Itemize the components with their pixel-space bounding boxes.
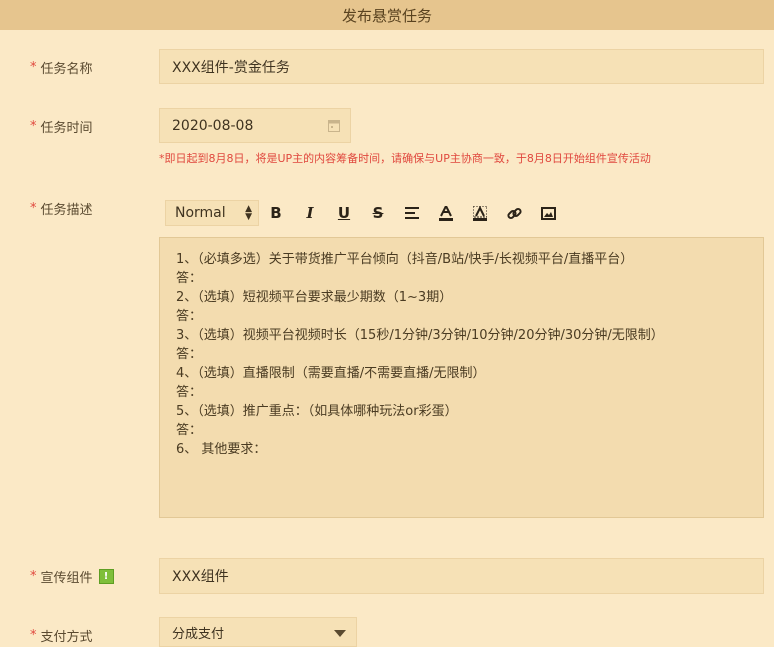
payment-label: * 支付方式 (30, 628, 93, 645)
editor-line: 6、 其他要求： (176, 442, 267, 457)
link-icon[interactable] (497, 200, 531, 226)
required-mark: * (30, 569, 37, 584)
task-time-hint: *即日起到8月8日，将是UP主的内容筹备时间，请确保与UP主协商一致，于8月8日… (159, 152, 651, 165)
editor-line: 1、（必填多选）关于带货推广平台倾向（抖音/B站/快手/长视频平台/直播平台） (176, 252, 634, 267)
font-color-icon[interactable] (429, 200, 463, 226)
task-desc-editor[interactable]: 1、（必填多选）关于带货推广平台倾向（抖音/B站/快手/长视频平台/直播平台） … (159, 237, 764, 518)
promo-component-input[interactable]: XXX组件 (159, 558, 764, 594)
task-name-input[interactable]: XXX组件-赏金任务 (159, 49, 764, 84)
underline-button[interactable]: U (327, 200, 361, 226)
editor-line: 答： (176, 385, 203, 400)
updown-icon: ▲ ▼ (245, 204, 252, 222)
task-desc-label: * 任务描述 (30, 201, 93, 218)
page-title: 发布悬赏任务 (341, 6, 432, 25)
align-icon[interactable] (395, 200, 429, 226)
editor-line: 答： (176, 423, 203, 438)
format-select[interactable]: Normal ▲ ▼ (165, 200, 259, 226)
editor-toolbar: Normal ▲ ▼ B I U S (159, 199, 565, 227)
task-name-label: * 任务名称 (30, 60, 93, 77)
task-time-input[interactable]: 2020-08-08 (159, 108, 351, 143)
chevron-down-icon (334, 630, 346, 637)
editor-line: 答： (176, 309, 203, 324)
editor-line: 3、（选填）视频平台视频时长（15秒/1分钟/3分钟/10分钟/20分钟/30分… (176, 328, 664, 343)
required-mark: * (30, 201, 37, 216)
editor-line: 答： (176, 347, 203, 362)
editor-line: 2、（选填）短视频平台要求最少期数（1~3期） (176, 290, 453, 305)
editor-line: 5、（选填）推广重点：（如具体哪种玩法or彩蛋） (176, 404, 458, 419)
image-icon[interactable] (531, 200, 565, 226)
background-color-icon[interactable] (463, 200, 497, 226)
page-header: 发布悬赏任务 (0, 0, 774, 30)
calendar-icon[interactable] (328, 119, 340, 136)
editor-line: 答： (176, 271, 203, 286)
task-time-label: * 任务时间 (30, 119, 93, 136)
italic-button[interactable]: I (293, 200, 327, 226)
required-mark: * (30, 628, 37, 643)
editor-line: 4、（选填）直播限制（需要直播/不需要直播/无限制） (176, 366, 486, 381)
payment-select[interactable]: 分成支付 (159, 617, 357, 647)
info-badge-icon[interactable]: ! (98, 569, 114, 584)
required-mark: * (30, 60, 37, 75)
bold-button[interactable]: B (259, 200, 293, 226)
strike-button[interactable]: S (361, 200, 395, 226)
required-mark: * (30, 119, 37, 134)
promo-component-label: * 宣传组件 ! (30, 567, 114, 586)
